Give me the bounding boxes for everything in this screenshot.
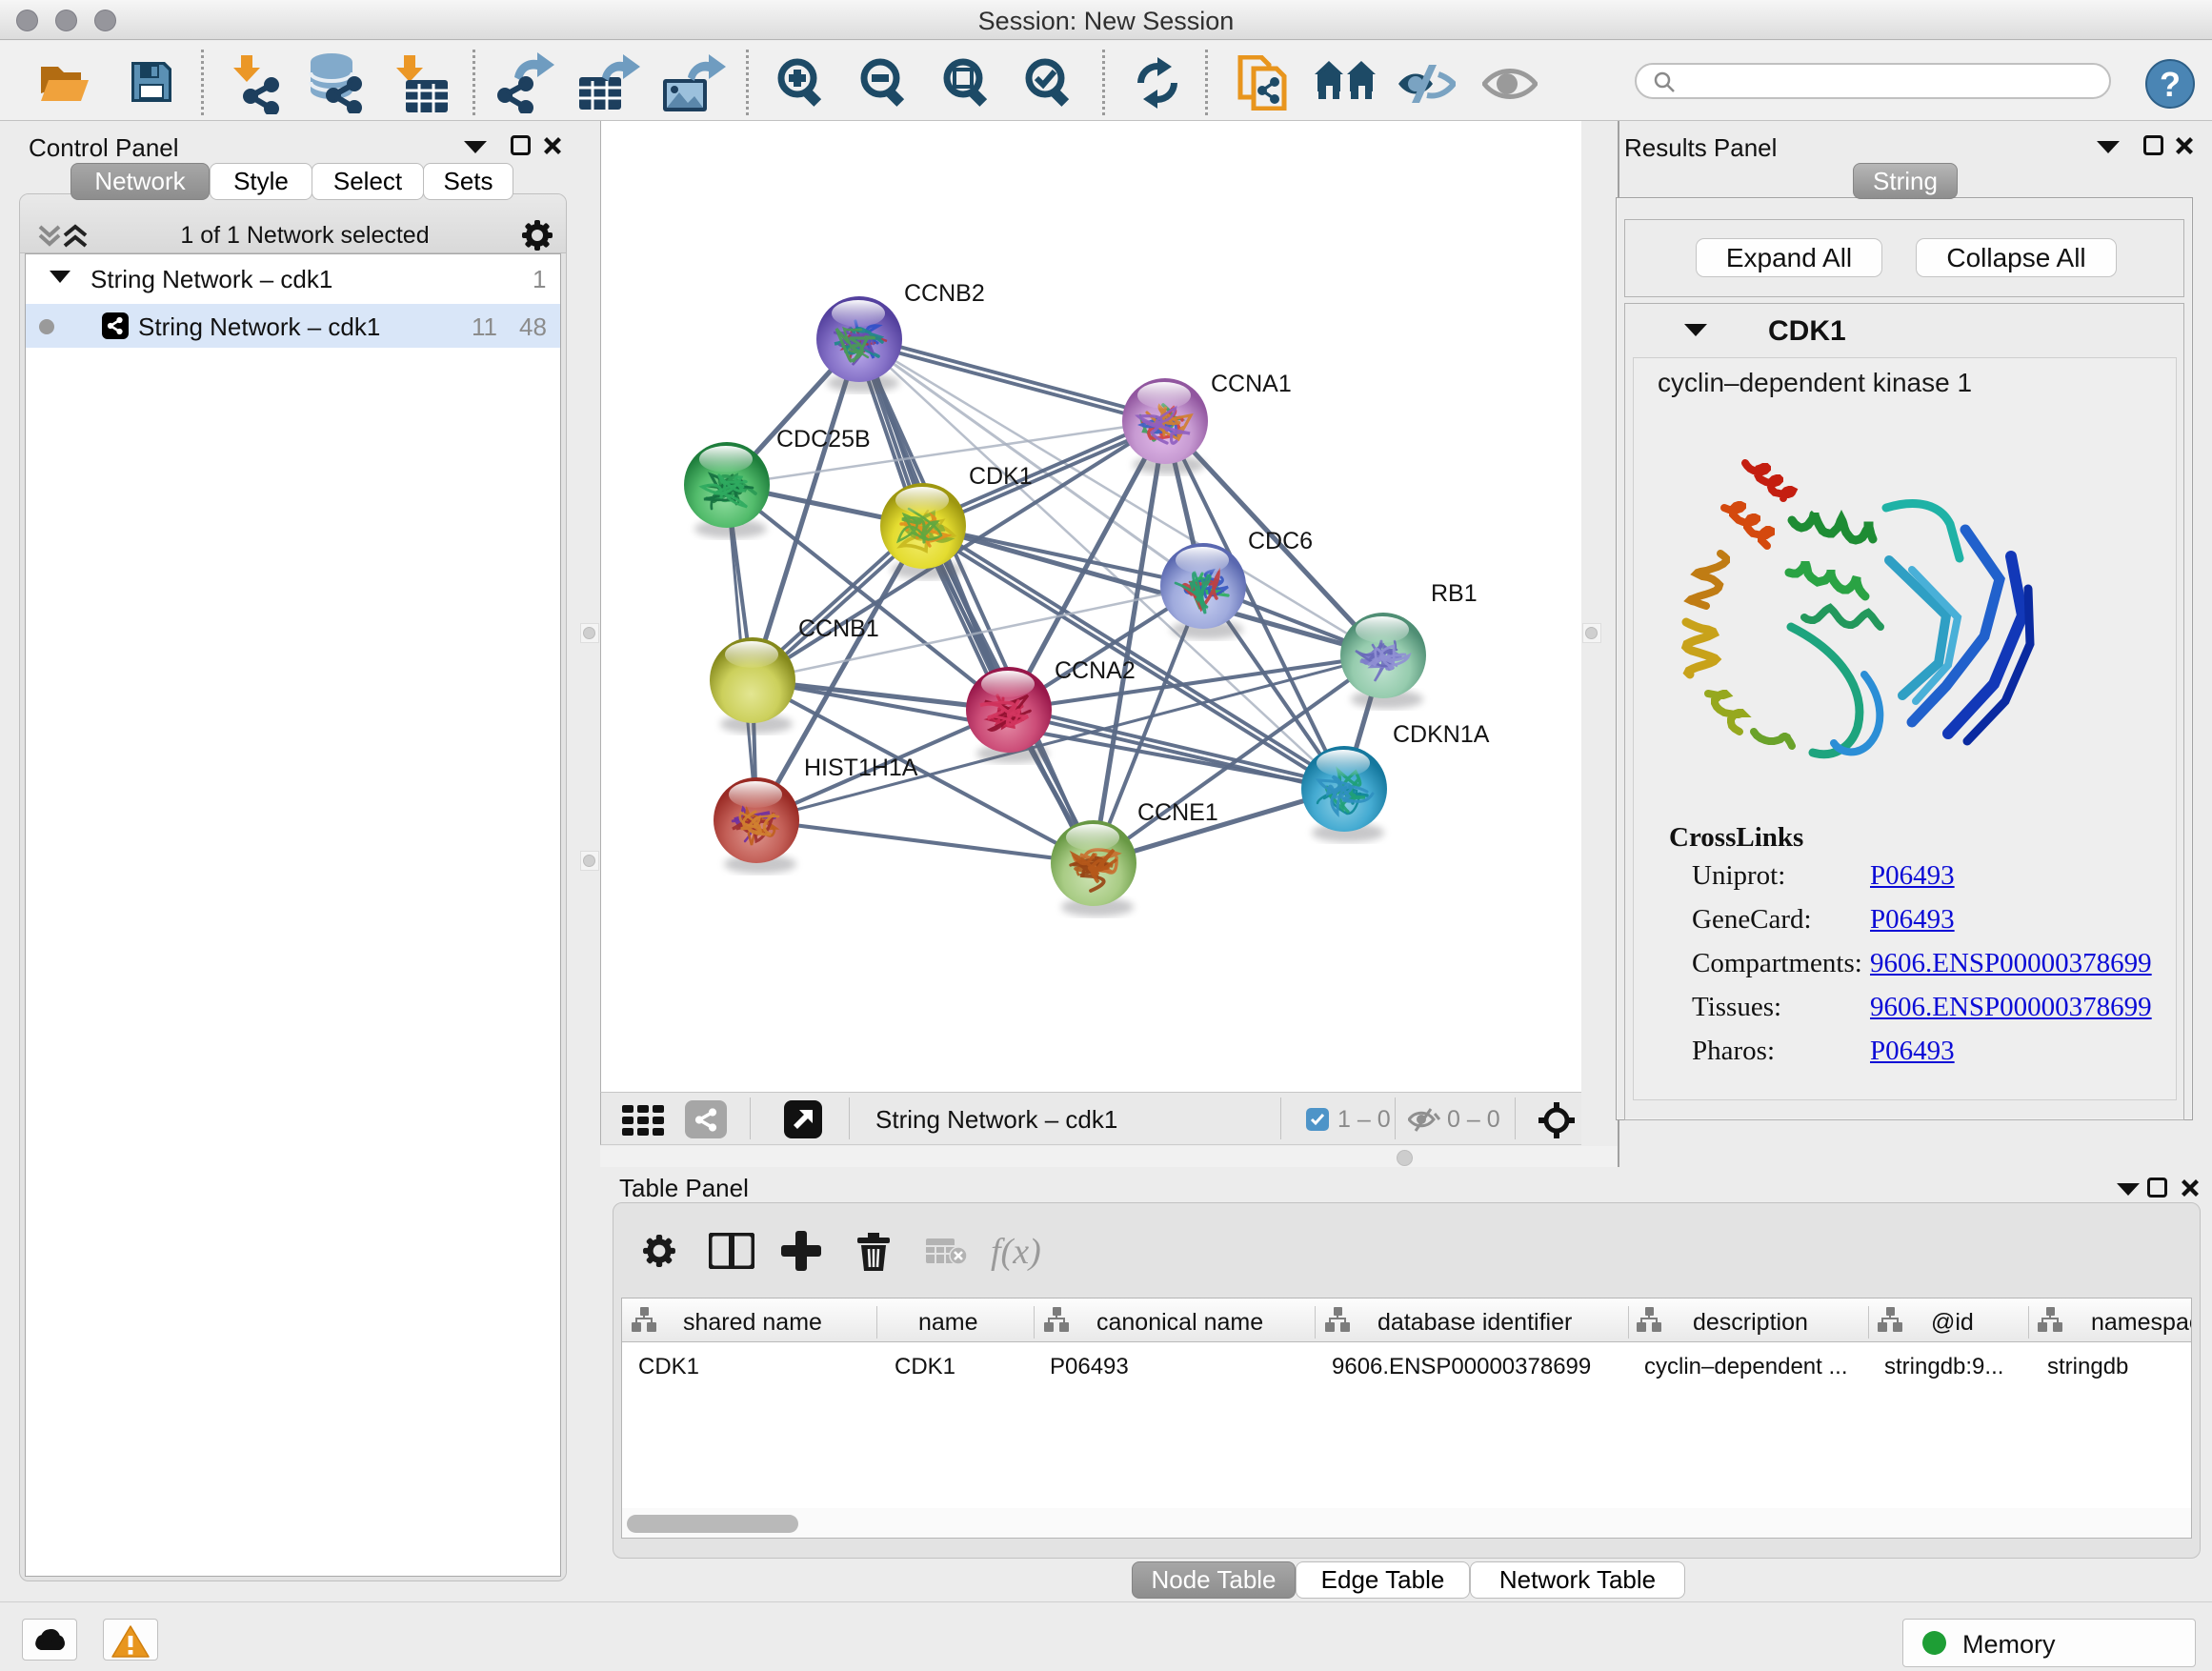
svg-text:CCNB1: CCNB1 [798, 615, 879, 642]
svg-text:CCNA2: CCNA2 [1055, 657, 1136, 684]
svg-text:CCNB2: CCNB2 [904, 280, 985, 307]
svg-text:CDC6: CDC6 [1248, 528, 1313, 554]
svg-text:CCNA1: CCNA1 [1211, 371, 1292, 397]
svg-text:CDK1: CDK1 [969, 463, 1033, 490]
svg-text:HIST1H1A: HIST1H1A [804, 755, 918, 781]
svg-text:CDKN1A: CDKN1A [1393, 721, 1490, 748]
svg-text:CDC25B: CDC25B [776, 426, 871, 453]
svg-text:RB1: RB1 [1431, 580, 1478, 607]
svg-text:CCNE1: CCNE1 [1137, 799, 1218, 826]
